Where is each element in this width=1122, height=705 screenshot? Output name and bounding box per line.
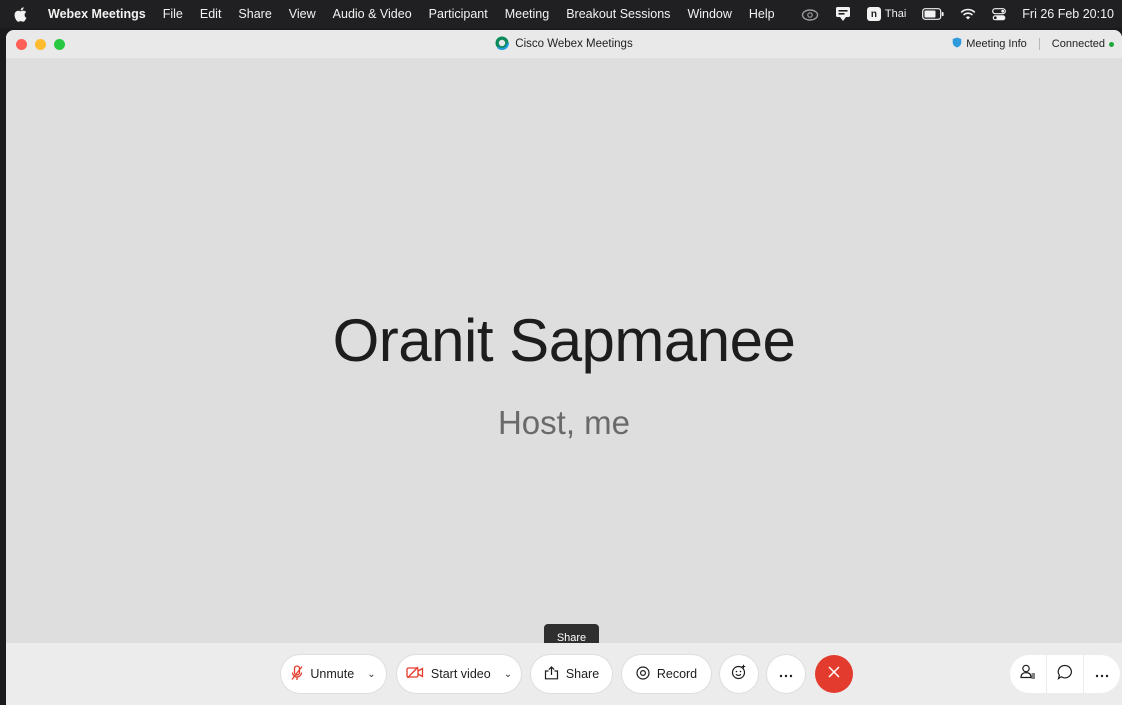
menu-file[interactable]: File <box>163 7 183 21</box>
notification-icon[interactable] <box>835 6 851 22</box>
participants-icon <box>1020 664 1036 684</box>
close-icon <box>828 665 840 683</box>
meeting-info-button[interactable]: Meeting Info <box>952 37 1027 51</box>
battery-icon[interactable] <box>922 6 944 22</box>
participant-role: Host, me <box>497 404 631 441</box>
more-options-button[interactable] <box>767 655 805 693</box>
wifi-icon[interactable] <box>960 6 976 22</box>
chat-panel-button[interactable] <box>1047 655 1083 693</box>
meeting-info-label: Meeting Info <box>966 38 1027 50</box>
record-button[interactable]: Record <box>622 655 711 693</box>
ellipsis-icon <box>1095 665 1109 683</box>
window-titlebar: Cisco Webex Meetings Meeting Info Connec… <box>6 30 1122 58</box>
apple-menu-icon[interactable] <box>14 6 28 22</box>
share-label: Share <box>565 667 600 681</box>
chat-bubble-icon <box>1057 664 1073 685</box>
meeting-control-bar: Unmute ⌄ Start video ⌄ Share Record <box>6 643 1122 705</box>
participants-panel-button[interactable] <box>1010 655 1046 693</box>
menu-help[interactable]: Help <box>749 7 775 21</box>
unmute-button[interactable]: Unmute ⌄ <box>281 655 386 693</box>
audio-options-chevron-icon[interactable]: ⌄ <box>367 669 375 680</box>
creative-cloud-icon[interactable] <box>801 6 819 22</box>
reactions-button[interactable] <box>720 655 758 693</box>
status-divider <box>1038 38 1040 50</box>
input-source-menu[interactable]: n Thai <box>866 7 907 21</box>
end-meeting-button[interactable] <box>815 655 853 693</box>
menu-view[interactable]: View <box>289 7 316 21</box>
video-off-icon <box>406 666 424 682</box>
menu-breakout-sessions[interactable]: Breakout Sessions <box>566 7 670 21</box>
input-source-badge-icon: n <box>866 7 881 21</box>
minimize-window-button[interactable] <box>35 38 46 50</box>
share-button[interactable]: Share <box>531 655 612 693</box>
connection-status: Connected <box>1052 38 1114 50</box>
menu-share[interactable]: Share <box>238 7 271 21</box>
emoji-icon <box>731 664 747 685</box>
record-label: Record <box>656 667 698 681</box>
panels-button-group <box>1010 655 1120 693</box>
app-menu[interactable]: Webex Meetings <box>48 7 146 21</box>
shield-icon <box>952 37 962 51</box>
record-icon <box>636 665 650 683</box>
video-options-chevron-icon[interactable]: ⌄ <box>504 669 512 680</box>
webex-meeting-window: Cisco Webex Meetings Meeting Info Connec… <box>6 30 1122 705</box>
participant-name: Oranit Sapmanee <box>332 307 796 374</box>
connection-status-label: Connected <box>1051 38 1105 50</box>
share-icon <box>544 665 559 683</box>
menu-meeting[interactable]: Meeting <box>505 7 549 21</box>
unmute-label: Unmute <box>310 667 355 681</box>
video-stage: Oranit Sapmanee Host, me <box>6 58 1122 643</box>
ellipsis-icon <box>779 665 793 683</box>
window-controls <box>16 38 65 50</box>
menu-participant[interactable]: Participant <box>429 7 488 21</box>
start-video-button[interactable]: Start video ⌄ <box>397 655 521 693</box>
macos-menu-bar: Webex Meetings File Edit Share View Audi… <box>0 0 1122 28</box>
connected-dot-icon <box>1109 41 1114 47</box>
menu-audio-video[interactable]: Audio & Video <box>333 7 412 21</box>
webex-logo-icon <box>495 35 510 53</box>
fullscreen-window-button[interactable] <box>54 38 65 50</box>
close-window-button[interactable] <box>16 38 27 50</box>
menubar-clock[interactable]: Fri 26 Feb 20:10 <box>1022 7 1114 21</box>
more-panels-button[interactable] <box>1084 655 1120 693</box>
meeting-status-area: Meeting Info Connected <box>952 30 1114 58</box>
muted-microphone-icon <box>291 664 303 684</box>
menu-window[interactable]: Window <box>687 7 731 21</box>
input-source-label: Thai <box>884 8 907 20</box>
menubar-status-area: n Thai Fri 26 Feb 20:10 <box>801 0 1114 28</box>
window-title-text: Cisco Webex Meetings <box>515 38 633 50</box>
menu-edit[interactable]: Edit <box>200 7 222 21</box>
control-center-icon[interactable] <box>992 6 1007 22</box>
start-video-label: Start video <box>430 667 491 681</box>
